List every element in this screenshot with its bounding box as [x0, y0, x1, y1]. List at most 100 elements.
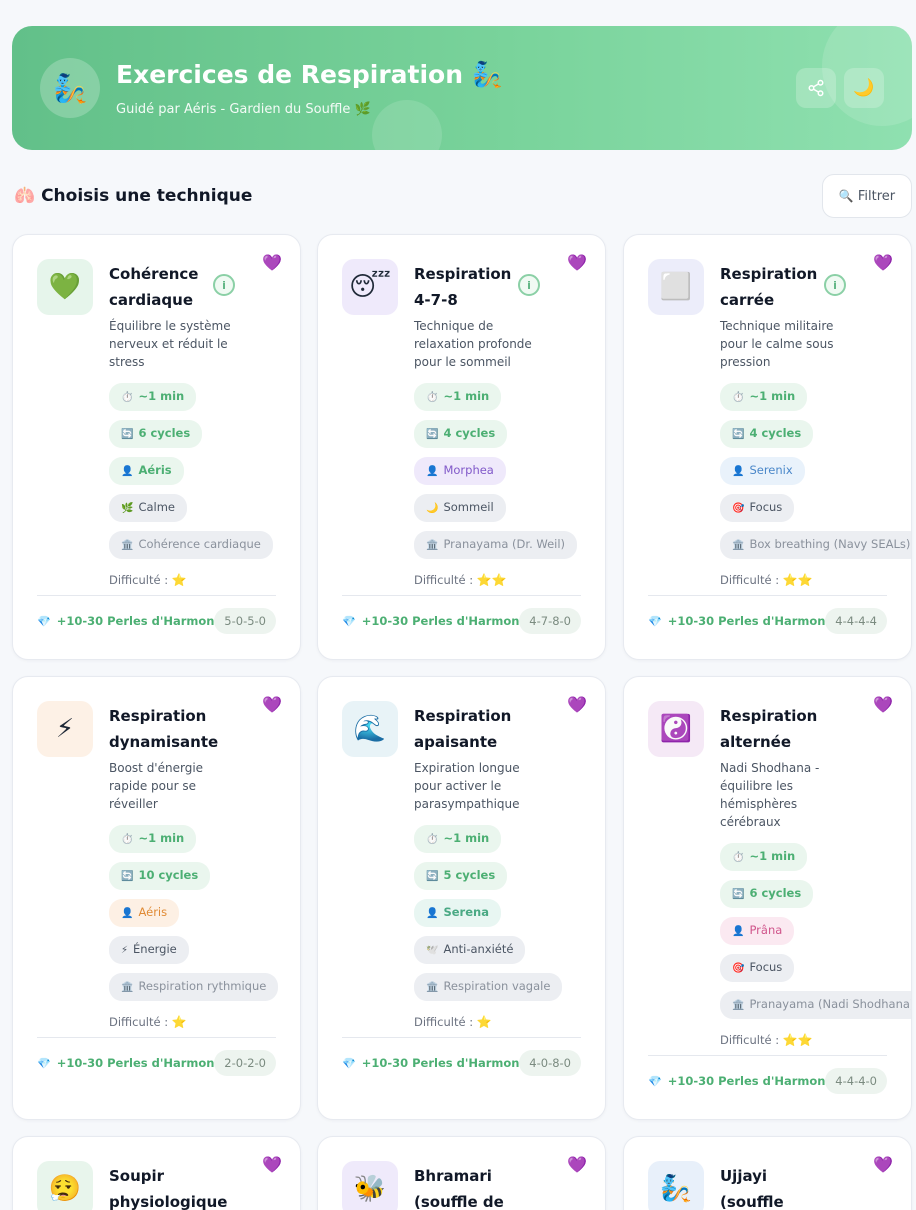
timer-icon: ⏱️ — [121, 392, 134, 403]
gem-icon: 💎 — [648, 615, 662, 628]
card-divider — [37, 595, 276, 596]
technique-description: Boost d'énergie rapide pour se réveiller — [109, 761, 204, 811]
technique-description: Équilibre le système nerveux et réduit l… — [109, 319, 231, 369]
technique-description: Expiration longue pour activer le parasy… — [414, 761, 520, 811]
temple-icon: 🏛️ — [732, 1000, 745, 1011]
tag-list: ⏱️ ~1 min 🔄 10 cycles 👤 Aéris ⚡ Énergie 🏛️ Re… — [109, 825, 279, 1010]
info-icon[interactable]: i — [824, 274, 846, 296]
technique-card[interactable]: ⚡ 💜 Respiration dynamisante Boost d'énergie… — [12, 676, 301, 1120]
cycle-icon: 🔄 — [732, 429, 745, 440]
duration-tag: ⏱️ ~1 min — [414, 825, 502, 853]
technique-card[interactable]: 😮‍💨 💜 Soupir physiologique — [12, 1136, 301, 1210]
guide-tag: 👤 Serena — [414, 899, 501, 927]
breathing-pattern-badge: 4-4-4-0 — [825, 1068, 887, 1094]
technique-card[interactable]: 🌊 💜 Respiration apaisante Expiration longue… — [317, 676, 606, 1120]
star-icon: ⭐⭐ — [782, 573, 813, 587]
cycles-tag: 🔄 4 cycles — [720, 420, 814, 448]
difficulty: Difficulté : ⭐⭐ — [414, 573, 507, 587]
timer-icon: ⏱️ — [426, 392, 439, 403]
info-icon[interactable]: i — [213, 274, 235, 296]
favorite-heart-icon[interactable]: 💜 — [262, 695, 282, 714]
cycles-tag: 🔄 10 cycles — [109, 862, 211, 890]
share-icon — [808, 79, 824, 97]
technique-description: Nadi Shodhana - équilibre les hémisphère… — [720, 761, 820, 829]
card-divider — [342, 1037, 581, 1038]
filter-label: Filtrer — [857, 188, 896, 204]
tag-list: ⏱️ ~1 min 🔄 4 cycles 👤 Serenix 🎯 Focus 🏛️ Box… — [720, 383, 911, 568]
page-title: Exercices de Respiration 🧞 — [116, 60, 503, 89]
gem-icon: 💎 — [37, 615, 51, 628]
technique-card[interactable]: 🐝 💜 Bhramari (souffle de l'abeille) — [317, 1136, 606, 1210]
favorite-heart-icon[interactable]: 💜 — [567, 1155, 587, 1174]
effect-tag: 🕊️ Anti-anxiété — [414, 936, 526, 964]
duration-tag: ⏱️ ~1 min — [109, 383, 197, 411]
technique-card[interactable]: 💚 💜 Cohérence cardiaque i Équilibre le systè… — [12, 234, 301, 660]
favorite-heart-icon[interactable]: 💜 — [262, 253, 282, 272]
effect-icon: 🌙 — [426, 503, 439, 514]
difficulty: Difficulté : ⭐ — [109, 573, 187, 587]
favorite-heart-icon[interactable]: 💜 — [567, 253, 587, 272]
timer-icon: ⏱️ — [121, 834, 134, 845]
theme-toggle-button[interactable]: 🌙 — [844, 68, 884, 108]
tag-list: ⏱️ ~1 min 🔄 6 cycles 👤 Aéris 🌿 Calme 🏛️ Cohér… — [109, 383, 273, 568]
card-divider — [648, 595, 887, 596]
duration-tag: ⏱️ ~1 min — [414, 383, 502, 411]
info-icon[interactable]: i — [518, 274, 540, 296]
person-icon: 👤 — [426, 466, 439, 477]
origin-tag: 🏛️ Pranayama (Dr. Weil) — [414, 531, 578, 559]
guide-avatar-icon: 🧞 — [40, 58, 100, 118]
technique-card[interactable]: ☯️ 💜 Respiration alternée Nadi Shodhana - é… — [623, 676, 912, 1120]
guide-tag: 👤 Morphea — [414, 457, 506, 485]
technique-name: Respiration dynamisante — [109, 707, 219, 751]
filter-button[interactable]: 🔍 Filtrer — [822, 174, 912, 218]
breathing-pattern-badge: 5-0-5-0 — [214, 608, 276, 634]
gem-icon: 💎 — [648, 1075, 662, 1088]
reward: 💎 +10-30 Perles d'Harmonie — [648, 614, 838, 628]
star-icon: ⭐ — [171, 573, 187, 587]
cycle-icon: 🔄 — [426, 871, 439, 882]
guide-tag: 👤 Prâna — [720, 917, 795, 945]
technique-icon: 😴 — [342, 259, 398, 315]
star-icon: ⭐ — [476, 1015, 492, 1029]
favorite-heart-icon[interactable]: 💜 — [873, 1155, 893, 1174]
card-divider — [648, 1055, 887, 1056]
favorite-heart-icon[interactable]: 💜 — [262, 1155, 282, 1174]
timer-icon: ⏱️ — [732, 852, 745, 863]
cycles-tag: 🔄 4 cycles — [414, 420, 508, 448]
technique-card[interactable]: 😴 💜 Respiration 4-7-8 i Technique de relaxat… — [317, 234, 606, 660]
timer-icon: ⏱️ — [426, 834, 439, 845]
technique-icon: 💚 — [37, 259, 93, 315]
tag-list: ⏱️ ~1 min 🔄 4 cycles 👤 Morphea 🌙 Sommeil 🏛️ P… — [414, 383, 578, 568]
temple-icon: 🏛️ — [426, 540, 439, 551]
effect-tag: 🎯 Focus — [720, 494, 795, 522]
technique-icon: ⬜ — [648, 259, 704, 315]
technique-icon: 🌊 — [342, 701, 398, 757]
cycle-icon: 🔄 — [121, 429, 134, 440]
favorite-heart-icon[interactable]: 💜 — [567, 695, 587, 714]
gem-icon: 💎 — [342, 615, 356, 628]
difficulty: Difficulté : ⭐⭐ — [720, 573, 813, 587]
star-icon: ⭐⭐ — [476, 573, 507, 587]
timer-icon: ⏱️ — [732, 392, 745, 403]
origin-tag: 🏛️ Respiration rythmique — [109, 973, 279, 1001]
card-divider — [37, 1037, 276, 1038]
technique-card[interactable]: 🧞 💜 Ujjayi (souffle victorieux) — [623, 1136, 912, 1210]
breathing-pattern-badge: 2-0-2-0 — [214, 1050, 276, 1076]
temple-icon: 🏛️ — [426, 982, 439, 993]
technique-description: Technique militaire pour le calme sous p… — [720, 319, 834, 369]
reward: 💎 +10-30 Perles d'Harmonie — [648, 1074, 838, 1088]
page-header: 🧞 Exercices de Respiration 🧞 Guidé par A… — [12, 26, 912, 150]
technique-icon: ⚡ — [37, 701, 93, 757]
technique-icon: ☯️ — [648, 701, 704, 757]
star-icon: ⭐ — [171, 1015, 187, 1029]
person-icon: 👤 — [121, 466, 134, 477]
technique-name: Soupir physiologique — [109, 1167, 228, 1210]
favorite-heart-icon[interactable]: 💜 — [873, 695, 893, 714]
tag-list: ⏱️ ~1 min 🔄 5 cycles 👤 Serena 🕊️ Anti-anxiét… — [414, 825, 563, 1010]
favorite-heart-icon[interactable]: 💜 — [873, 253, 893, 272]
search-icon: 🔍 — [838, 189, 854, 203]
technique-card[interactable]: ⬜ 💜 Respiration carrée i Technique militaire… — [623, 234, 912, 660]
share-button[interactable] — [796, 68, 836, 108]
effect-tag: 🎯 Focus — [720, 954, 795, 982]
reward: 💎 +10-30 Perles d'Harmonie — [37, 614, 227, 628]
